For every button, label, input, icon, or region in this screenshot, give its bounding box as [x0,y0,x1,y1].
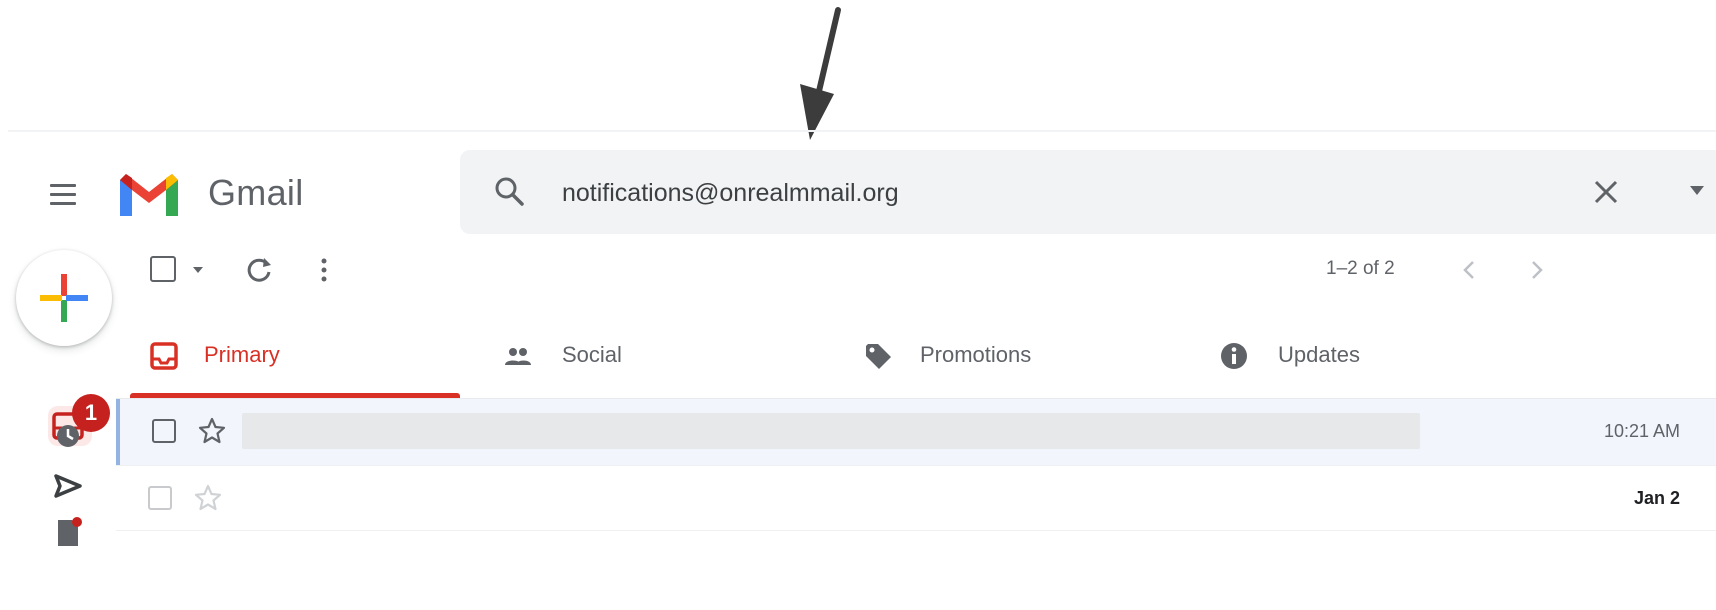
table-row[interactable]: 10:21 AM [116,399,1716,465]
header-divider [8,130,1716,132]
star-icon[interactable] [196,415,228,447]
chevron-right-icon[interactable] [1518,252,1554,288]
tab-label: Updates [1278,342,1360,367]
tab-primary[interactable]: Primary [130,320,460,398]
refresh-icon[interactable] [240,250,280,290]
search-input[interactable] [560,168,1364,218]
compose-button[interactable] [16,250,112,346]
compose-plus-icon [40,274,88,322]
pagination-count: 1–2 of 2 [1326,258,1395,279]
snoozed-clock-icon[interactable] [50,418,86,454]
tab-updates[interactable]: Updates [1200,320,1600,398]
search-bar[interactable] [460,150,1716,234]
row-checkbox[interactable] [148,486,172,510]
select-all-checkbox[interactable] [150,256,176,282]
people-icon [505,348,531,365]
caret-down-icon[interactable] [188,260,208,280]
close-icon[interactable] [1582,168,1630,216]
message-date: Jan 2 [1633,488,1680,508]
main-menu-button[interactable] [46,182,82,208]
tab-label: Promotions [920,342,1032,367]
caret-down-icon[interactable] [1690,186,1704,196]
tag-icon [866,344,891,369]
sent-icon[interactable] [50,468,86,504]
app-name: Gmail [208,172,304,213]
search-icon[interactable] [490,172,530,212]
row-checkbox[interactable] [152,419,176,443]
tab-label: Social [562,342,622,367]
gmail-m-logo-icon [120,174,178,216]
more-vert-icon[interactable] [310,250,338,290]
redacted-message-content [242,413,1420,449]
table-row[interactable]: Jan 2 [116,465,1716,531]
chevron-left-icon[interactable] [1452,252,1488,288]
star-icon[interactable] [192,482,224,514]
inbox-icon [150,342,178,370]
annotation-arrow-icon [800,7,841,140]
message-date: 10:21 AM [1603,421,1680,441]
info-icon [1221,343,1247,369]
tab-promotions[interactable]: Promotions [840,320,1180,398]
tab-label: Primary [204,342,280,367]
tab-social[interactable]: Social [480,320,820,398]
drafts-icon[interactable] [50,514,86,550]
